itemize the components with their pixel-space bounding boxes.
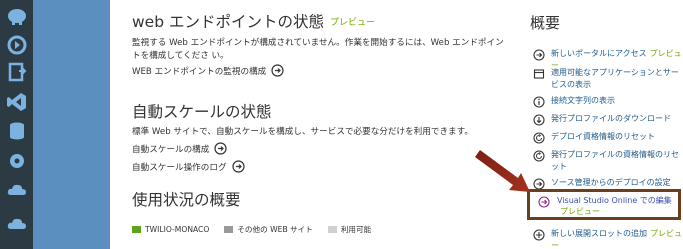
arrow-circle-icon (214, 142, 227, 155)
configure-web-endpoint-link[interactable]: WEB エンドポイントの監視の構成 (132, 64, 284, 77)
arrow-circle-icon (231, 160, 245, 173)
autoscale-title: 自動スケールの状態 (132, 103, 272, 121)
overview-item-connection-strings[interactable]: 接続文字列の表示 (533, 95, 683, 108)
legend-item: その他の WEB サイト (224, 224, 313, 235)
overview-item-reset-deploy-credentials[interactable]: デプロイ資格情報のリセット (533, 131, 683, 144)
configure-autoscale-link[interactable]: 自動スケールの構成 (132, 142, 227, 155)
gear-cloud-icon[interactable] (3, 147, 30, 174)
circular-arrow-icon[interactable] (3, 31, 30, 58)
document-icon[interactable] (3, 58, 30, 85)
left-icon-rail (0, 0, 33, 249)
box-icon (533, 69, 545, 79)
overview-item-apps-services[interactable]: 適用可能なアプリケーションとサービスの表示 (533, 67, 683, 90)
visual-studio-icon[interactable] (3, 88, 30, 115)
usage-legend: TWILIO-MONACO その他の WEB サイト 利用可能 (132, 224, 386, 235)
web-status-description: 監視する Web エンドポイントが構成されていません。作業を開始するには、Web… (132, 38, 504, 61)
nav-strip (33, 0, 110, 249)
download-icon (533, 114, 545, 126)
legend-swatch (132, 226, 141, 233)
plus-icon (533, 229, 545, 241)
database-icon[interactable] (3, 117, 30, 144)
highlighted-vso-edit[interactable]: Visual Studio Online での編集プレビュー (527, 189, 681, 220)
overview-title: 概要 (530, 14, 561, 32)
cloud-icon[interactable] (3, 176, 30, 203)
arrow-circle-icon (271, 64, 284, 77)
web-status-title: web エンドポイントの状態 プレビュー (132, 13, 375, 31)
legend-item: TWILIO-MONACO (132, 225, 209, 234)
info-icon (533, 96, 545, 108)
legend-item: 利用可能 (327, 224, 371, 235)
elephant-icon[interactable] (3, 2, 30, 29)
legend-swatch (327, 226, 337, 233)
autoscale-description: 標準 Web サイトで、自動スケールを構成し、サービスで必要な分だけを利用できま… (132, 127, 473, 137)
overview-item-reset-profile-credentials[interactable]: 発行プロファイルの資格情報のリセット (533, 149, 683, 172)
arrow-circle-icon (533, 49, 545, 61)
legend-swatch (224, 226, 234, 233)
overview-item-add-deployment-slot[interactable]: 新しい展開スロットの追加 プレビュー (533, 228, 683, 249)
cloud-icon[interactable] (3, 209, 30, 236)
usage-summary-title: 使用状況の概要 (132, 191, 241, 209)
pointer-arrow-icon (475, 150, 530, 192)
autoscale-log-link[interactable]: 自動スケール操作のログ (132, 160, 245, 173)
main-content: web エンドポイントの状態 プレビュー 監視する Web エンドポイントが構成さ… (120, 0, 510, 249)
overview-item-download-profile[interactable]: 発行プロファイルのダウンロード (533, 113, 683, 126)
preview-badge: プレビュー (329, 18, 375, 28)
